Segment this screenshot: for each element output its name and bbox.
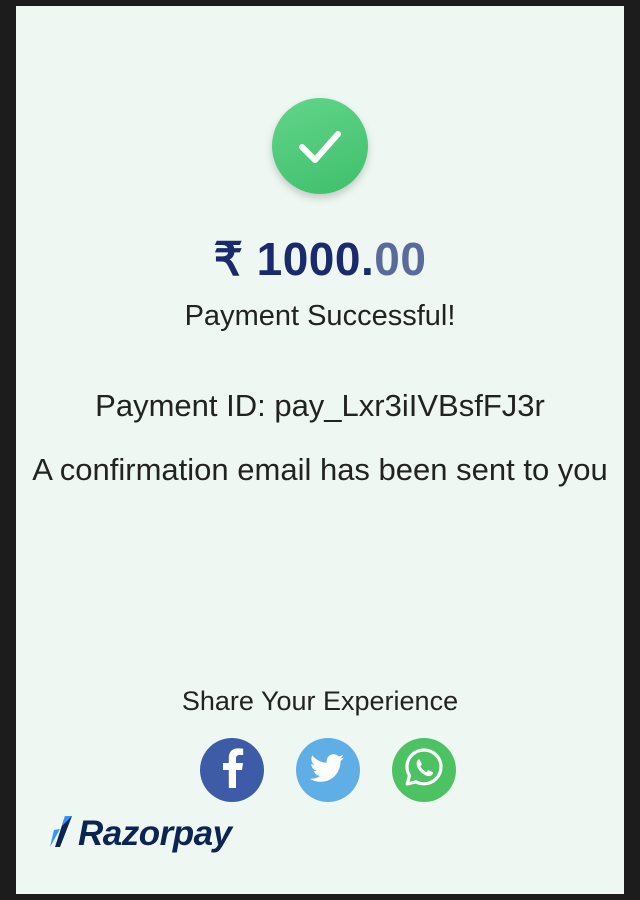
screen-frame: ₹ 1000.00 Payment Successful! Payment ID… xyxy=(0,0,640,900)
razorpay-mark-icon xyxy=(48,814,76,855)
whatsapp-share-button[interactable] xyxy=(392,738,456,802)
facebook-icon xyxy=(200,736,264,805)
payment-id: Payment ID: pay_Lxr3iIVBsfFJ3r xyxy=(95,388,545,423)
whatsapp-icon xyxy=(392,736,456,805)
amount-whole: 1000. xyxy=(256,233,375,285)
amount-decimals: 00 xyxy=(374,233,427,285)
payment-amount: ₹ 1000.00 xyxy=(0,232,640,286)
checkmark-icon xyxy=(272,98,368,194)
facebook-share-button[interactable] xyxy=(200,738,264,802)
confirmation-message: A confirmation email has been sent to yo… xyxy=(32,452,608,487)
razorpay-logo: Razorpay xyxy=(48,812,232,856)
payment-status: Payment Successful! xyxy=(184,300,456,332)
twitter-icon xyxy=(296,736,360,805)
currency-symbol: ₹ xyxy=(213,233,244,285)
twitter-share-button[interactable] xyxy=(296,738,360,802)
share-title: Share Your Experience xyxy=(181,686,459,716)
brand-name: Razorpay xyxy=(78,814,232,853)
